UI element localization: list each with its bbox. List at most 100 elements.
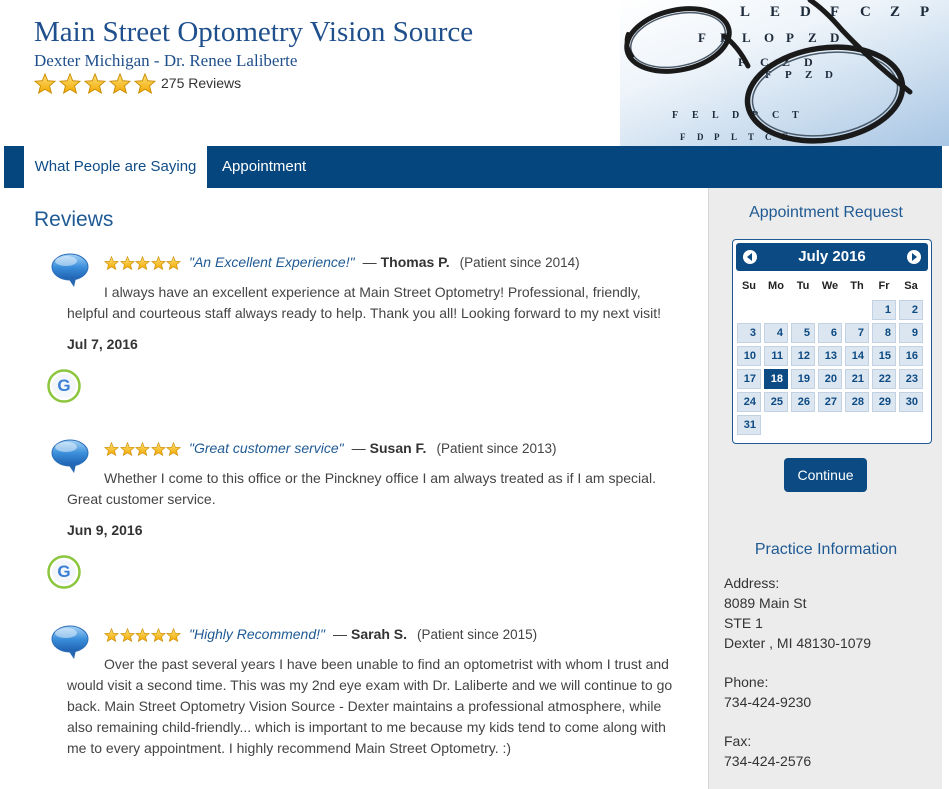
eye-chart-letter: E [692, 110, 699, 121]
eye-chart-letter: T [792, 110, 799, 121]
calendar-day[interactable]: 1 [872, 300, 896, 320]
calendar-weekday: We [821, 280, 839, 292]
practice-title: Main Street Optometry Vision Source [34, 16, 474, 48]
calendar-day[interactable]: 19 [791, 369, 815, 389]
calendar-day[interactable]: 23 [899, 369, 923, 389]
eye-chart-letter: D [732, 110, 739, 121]
calendar-day[interactable]: 31 [737, 415, 761, 435]
patient-since: (Patient since 2015) [417, 627, 538, 642]
calendar-day[interactable]: 11 [764, 346, 788, 366]
calendar-weekday: Su [741, 280, 757, 292]
star-icon [120, 442, 135, 456]
review-dash: — [362, 254, 377, 270]
google-g-icon[interactable]: G [47, 555, 81, 589]
calendar-day[interactable]: 12 [791, 346, 815, 366]
eye-chart-letter: O [764, 30, 774, 45]
tab-appointment[interactable]: Appointment [207, 146, 321, 188]
eye-chart-letter: D [800, 4, 811, 20]
star-icon [104, 442, 119, 456]
calendar-day[interactable]: 2 [899, 300, 923, 320]
calendar-day-selected[interactable]: 18 [764, 369, 788, 389]
review-count[interactable]: 275 Reviews [161, 75, 241, 91]
calendar-day[interactable]: 9 [899, 323, 923, 343]
fax-number: 734-424-2576 [724, 753, 812, 769]
tab-what-people-are-saying[interactable]: What People are Saying [24, 146, 207, 188]
google-g-letter: G [57, 562, 71, 581]
eye-chart-letter: D [804, 55, 813, 69]
calendar-day[interactable]: 25 [764, 392, 788, 412]
fax-block: Fax: 734-424-2576 [724, 731, 811, 771]
reviews-section: Reviews "An Excellent Experience!" — Thoma… [0, 188, 708, 789]
star-icon [104, 628, 119, 642]
review-body: Over the past several years I have been … [67, 656, 673, 756]
calendar-day[interactable]: 15 [872, 346, 896, 366]
review-date: Jun 9, 2016 [67, 522, 143, 538]
star-icon [151, 442, 166, 456]
star-icon [120, 628, 135, 642]
calendar-day[interactable]: 6 [818, 323, 842, 343]
appointment-request-heading: Appointment Request [749, 204, 903, 221]
address-block: Address: 8089 Main St STE 1 Dexter , MI … [724, 573, 871, 653]
phone-number[interactable]: 734-424-9230 [724, 692, 811, 712]
star-icon [34, 73, 56, 94]
review-title: "Highly Recommend!" [189, 626, 325, 642]
calendar-day[interactable]: 27 [818, 392, 842, 412]
calendar-day[interactable]: 10 [737, 346, 761, 366]
eye-chart-letter: L [731, 132, 737, 142]
calendar-day[interactable]: 30 [899, 392, 923, 412]
calendar-day[interactable]: 29 [872, 392, 896, 412]
eye-chart-letter: L [740, 4, 750, 20]
eye-chart-letter: E [770, 4, 780, 20]
eye-chart-letter: T [748, 132, 754, 142]
star-icon [166, 256, 181, 270]
calendar-day[interactable]: 16 [899, 346, 923, 366]
review-title: "Great customer service" [189, 440, 344, 456]
calendar-day[interactable]: 4 [764, 323, 788, 343]
calendar-day[interactable]: 28 [845, 392, 869, 412]
calendar-day[interactable]: 14 [845, 346, 869, 366]
review-stars [104, 628, 182, 642]
practice-subtitle: Dexter Michigan - Dr. Renee Laliberte [34, 51, 298, 70]
review-headline: "Highly Recommend!" — Sarah S. (Patient sin… [189, 626, 537, 642]
chevron-right-icon[interactable] [907, 250, 921, 264]
calendar-day[interactable]: 22 [872, 369, 896, 389]
eye-chart-letter: Z [808, 30, 817, 45]
eye-chart-letter: D [697, 132, 704, 142]
review-headline: "An Excellent Experience!" — Thomas P. (Pat… [189, 254, 580, 270]
star-icon [120, 256, 135, 270]
google-g-icon[interactable]: G [47, 369, 81, 403]
address-label: Address: [724, 575, 780, 591]
calendar-day[interactable]: 13 [818, 346, 842, 366]
calendar-day[interactable]: 17 [737, 369, 761, 389]
continue-button[interactable]: Continue [784, 458, 867, 492]
calendar-day[interactable]: 20 [818, 369, 842, 389]
star-icon [135, 256, 150, 270]
star-icon [166, 442, 181, 456]
overall-rating[interactable]: 275 Reviews [34, 72, 241, 94]
review-body: Whether I come to this office or the Pin… [67, 470, 656, 507]
review-author: Thomas P. [380, 254, 450, 270]
eye-chart-letter: D [830, 30, 839, 45]
review-title: "An Excellent Experience!" [189, 254, 355, 270]
address-line: Dexter , MI 48130-1079 [724, 635, 872, 651]
star-icon [151, 256, 166, 270]
calendar-day[interactable]: 21 [845, 369, 869, 389]
eye-chart-letter: C [860, 4, 871, 20]
calendar-weekday: Tu [796, 280, 810, 292]
eye-chart-letter: L [742, 30, 751, 45]
review-dash: — [333, 626, 347, 642]
calendar-day[interactable]: 24 [737, 392, 761, 412]
eye-chart-letter: P [785, 69, 792, 81]
calendar-day[interactable]: 26 [791, 392, 815, 412]
calendar-day[interactable]: 3 [737, 323, 761, 343]
calendar-day[interactable]: 8 [872, 323, 896, 343]
calendar-day[interactable]: 7 [845, 323, 869, 343]
eye-chart-letter: Z [805, 69, 812, 81]
review-headline: "Great customer service" — Susan F. (Patien… [189, 440, 557, 456]
calendar-day[interactable]: 5 [791, 323, 815, 343]
fax-label: Fax: [724, 733, 752, 749]
eye-chart-letter: F [672, 110, 678, 121]
star-icon [151, 628, 166, 642]
chevron-left-icon[interactable] [743, 250, 757, 264]
google-g-letter: G [57, 376, 71, 395]
